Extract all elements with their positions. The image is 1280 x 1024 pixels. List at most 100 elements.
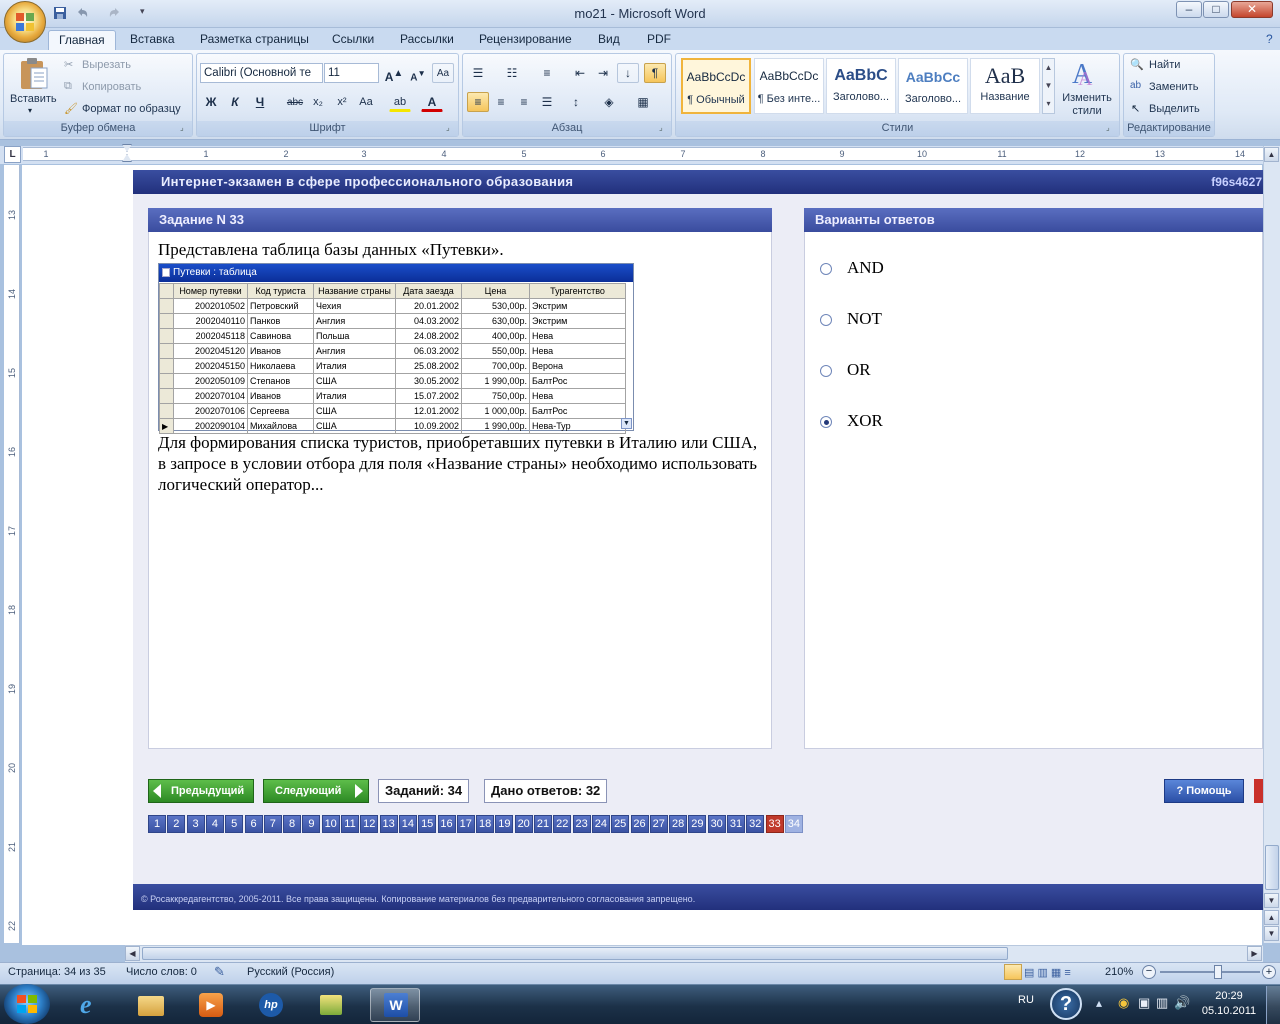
tray-icon-2[interactable]: ▣ bbox=[1138, 995, 1150, 1011]
page-number-button[interactable]: 29 bbox=[688, 815, 707, 833]
paste-icon[interactable] bbox=[18, 57, 50, 91]
zoom-out-icon[interactable]: − bbox=[1142, 965, 1156, 979]
view-mode-icons[interactable]: ▤ ▥ ▦ ≡ bbox=[1024, 966, 1071, 979]
language-indicator[interactable]: Русский (Россия) bbox=[247, 966, 334, 978]
vertical-ruler[interactable] bbox=[4, 165, 20, 943]
font-size-combo[interactable]: 11 bbox=[324, 63, 379, 83]
show-formatting-button[interactable]: ¶ bbox=[644, 63, 666, 83]
zoom-slider-thumb[interactable] bbox=[1214, 965, 1222, 979]
horizontal-scroll-thumb[interactable] bbox=[142, 947, 1008, 960]
tab-pdf[interactable]: PDF bbox=[637, 30, 681, 50]
minimize-button[interactable]: – bbox=[1176, 1, 1202, 18]
start-button[interactable] bbox=[4, 984, 50, 1024]
scroll-right-icon[interactable]: ▶ bbox=[1247, 946, 1262, 961]
word-count[interactable]: Число слов: 0 bbox=[126, 966, 197, 978]
tab-review[interactable]: Рецензирование bbox=[469, 30, 582, 50]
media-player-icon[interactable]: ▶ bbox=[188, 988, 234, 1022]
page-number-button[interactable]: 7 bbox=[263, 815, 282, 833]
page-number-button[interactable]: 18 bbox=[476, 815, 495, 833]
help-button[interactable]: ? Помощь bbox=[1164, 779, 1244, 803]
office-button[interactable] bbox=[4, 1, 46, 43]
styles-launcher-icon[interactable]: ⌟ bbox=[1106, 123, 1110, 132]
change-case-button[interactable]: Aa bbox=[355, 92, 377, 112]
line-spacing-icon[interactable]: ↕ bbox=[565, 92, 587, 112]
zoom-level[interactable]: 210% bbox=[1105, 966, 1133, 978]
page-number-button[interactable]: 17 bbox=[456, 815, 475, 833]
strikethrough-button[interactable]: abc bbox=[284, 92, 306, 112]
tab-mailings[interactable]: Рассылки bbox=[390, 30, 464, 50]
align-left-icon[interactable]: ≡ bbox=[467, 92, 489, 112]
italic-button[interactable]: К bbox=[224, 92, 246, 112]
style-heading-1[interactable]: AaBbC Заголово... bbox=[826, 58, 896, 114]
page-number-button[interactable]: 27 bbox=[649, 815, 668, 833]
scroll-down-icon[interactable]: ▼ bbox=[1264, 893, 1279, 908]
network-icon[interactable]: ▥ bbox=[1156, 995, 1168, 1011]
page-number-button[interactable]: 14 bbox=[398, 815, 417, 833]
explorer-icon[interactable] bbox=[128, 988, 174, 1022]
page-number-button[interactable]: 2 bbox=[167, 815, 186, 833]
page-number-button[interactable]: 32 bbox=[746, 815, 765, 833]
answer-option-label[interactable]: XOR bbox=[847, 411, 883, 431]
previous-button[interactable]: Предыдущий bbox=[148, 779, 254, 803]
page-number-button[interactable]: 15 bbox=[418, 815, 437, 833]
page-number-button[interactable]: 3 bbox=[186, 815, 205, 833]
previous-page-icon[interactable]: ▲ bbox=[1264, 910, 1279, 925]
vertical-scrollbar[interactable] bbox=[1263, 146, 1280, 943]
page-number-button[interactable]: 1 bbox=[148, 815, 166, 833]
page-number-button[interactable]: 25 bbox=[611, 815, 630, 833]
borders-icon[interactable]: ▦ bbox=[632, 92, 654, 112]
page-number-button[interactable]: 19 bbox=[495, 815, 514, 833]
underline-button[interactable]: Ч bbox=[249, 92, 271, 112]
page-number-button[interactable]: 5 bbox=[225, 815, 244, 833]
cut-button[interactable]: Вырезать bbox=[82, 59, 131, 71]
increase-indent-icon[interactable]: ⇥ bbox=[592, 63, 614, 83]
decrease-indent-icon[interactable]: ⇤ bbox=[569, 63, 591, 83]
page-number-button[interactable]: 26 bbox=[630, 815, 649, 833]
page-number-button[interactable]: 34 bbox=[784, 815, 803, 833]
internet-explorer-icon[interactable]: e bbox=[68, 988, 114, 1022]
page-number-button[interactable]: 4 bbox=[205, 815, 224, 833]
shading-icon[interactable]: ◈ bbox=[598, 92, 620, 112]
tray-icon-1[interactable]: ◉ bbox=[1118, 995, 1129, 1011]
page-number-button[interactable]: 9 bbox=[302, 815, 321, 833]
style-no-spacing[interactable]: AaBbCcDc ¶ Без инте... bbox=[754, 58, 824, 114]
tab-page-layout[interactable]: Разметка страницы bbox=[190, 30, 319, 50]
font-color-icon[interactable]: A bbox=[421, 92, 443, 112]
tab-view[interactable]: Вид bbox=[588, 30, 630, 50]
page-number-button[interactable]: 12 bbox=[360, 815, 379, 833]
tab-references[interactable]: Ссылки bbox=[322, 30, 384, 50]
change-styles-button[interactable]: Изменить стили bbox=[1058, 92, 1116, 118]
word-taskbar-icon[interactable]: W bbox=[370, 988, 420, 1022]
align-center-icon[interactable]: ≡ bbox=[490, 92, 512, 112]
bullets-icon[interactable]: ☰ bbox=[467, 63, 489, 83]
answer-option-label[interactable]: AND bbox=[847, 258, 884, 278]
scroll-up-icon[interactable]: ▲ bbox=[1264, 147, 1279, 162]
answer-radio[interactable] bbox=[820, 263, 832, 275]
subscript-button[interactable]: x₂ bbox=[307, 92, 329, 112]
format-painter-button[interactable]: Формат по образцу bbox=[82, 103, 181, 115]
next-button[interactable]: Следующий bbox=[263, 779, 369, 803]
page-number-button[interactable]: 10 bbox=[321, 815, 340, 833]
font-launcher-icon[interactable]: ⌟ bbox=[446, 123, 450, 132]
page-number-button[interactable]: 11 bbox=[341, 815, 359, 833]
replace-button[interactable]: Заменить bbox=[1149, 81, 1198, 93]
shrink-font-icon[interactable]: A▼ bbox=[407, 63, 429, 83]
vertical-scroll-thumb[interactable] bbox=[1265, 845, 1279, 890]
select-button[interactable]: Выделить bbox=[1149, 103, 1200, 115]
clock[interactable]: 20:29 05.10.2011 bbox=[1196, 989, 1262, 1019]
scroll-left-icon[interactable]: ◀ bbox=[125, 946, 140, 961]
answer-radio[interactable] bbox=[820, 314, 832, 326]
font-name-combo[interactable]: Calibri (Основной те bbox=[200, 63, 323, 83]
next-page-icon[interactable]: ▼ bbox=[1264, 926, 1279, 941]
page-number-button[interactable]: 24 bbox=[591, 815, 610, 833]
sort-icon[interactable]: ↓ bbox=[617, 63, 639, 83]
print-layout-icon[interactable] bbox=[1004, 964, 1022, 980]
tab-insert[interactable]: Вставка bbox=[120, 30, 185, 50]
style-title[interactable]: AaB Название bbox=[970, 58, 1040, 114]
copy-button[interactable]: Копировать bbox=[82, 81, 141, 93]
page-count[interactable]: Страница: 34 из 35 bbox=[8, 966, 106, 978]
page-number-button[interactable]: 13 bbox=[379, 815, 398, 833]
volume-icon[interactable]: 🔊 bbox=[1174, 995, 1190, 1011]
style-normal[interactable]: AaBbCcDc ¶ Обычный bbox=[681, 58, 751, 114]
bold-button[interactable]: Ж bbox=[200, 92, 222, 112]
